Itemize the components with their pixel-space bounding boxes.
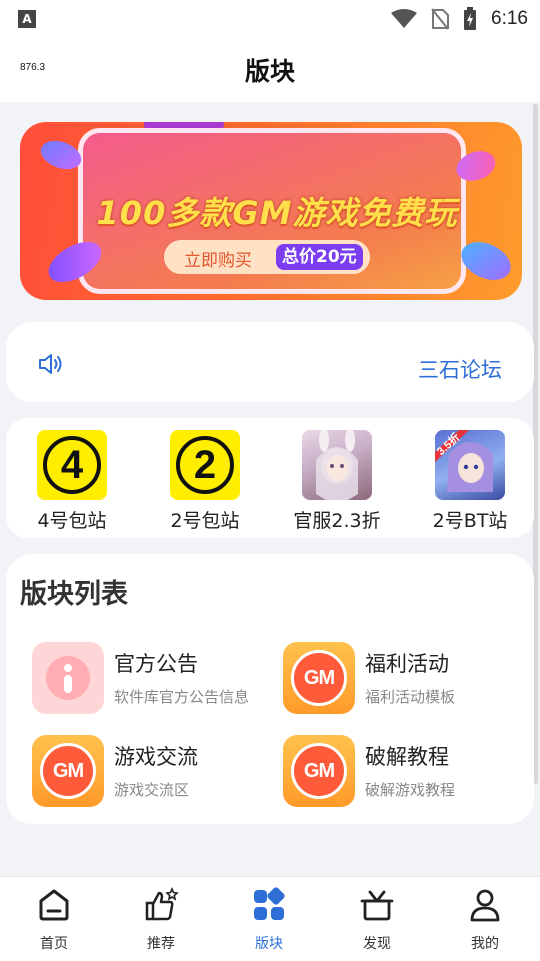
board-desc: 软件库官方公告信息: [114, 688, 250, 706]
tab-profile[interactable]: 我的: [445, 887, 525, 953]
board-name: 官方公告: [114, 652, 198, 676]
quick-link-official[interactable]: 官服2.3折: [277, 430, 397, 533]
gift-icon: [360, 890, 394, 921]
tab-home[interactable]: 首页: [14, 887, 94, 953]
banner-headline: 100多款GM游戏免费玩: [96, 194, 458, 232]
game-character-icon: 3.5折: [435, 430, 505, 500]
board-name: 游戏交流: [114, 745, 198, 769]
bottom-tab-bar: 首页 推荐 版块 发现 我的: [0, 876, 540, 961]
tab-discover[interactable]: 发现: [337, 887, 417, 953]
home-icon: [39, 889, 69, 921]
buy-now-label: 立即购买: [184, 251, 252, 271]
board-name: 福利活动: [365, 652, 449, 676]
board-item-tutorial[interactable]: GM 破解教程 破解游戏教程: [283, 735, 533, 811]
tab-label: 推荐: [147, 936, 175, 952]
notice-text[interactable]: 三石论坛: [418, 354, 514, 384]
quick-links: 4 4号包站 2 2号包站 官服2.3折 3.5折 2号BT站: [6, 418, 534, 538]
notification-a-icon: A: [18, 10, 36, 28]
quick-link-2[interactable]: 2 2号包站: [145, 430, 265, 533]
wifi-icon: [391, 9, 418, 28]
clock: 6:16: [491, 8, 528, 29]
board-item-game-chat[interactable]: GM 游戏交流 游戏交流区: [32, 735, 282, 811]
status-bar: A 6:16: [0, 0, 540, 40]
board-desc: 游戏交流区: [114, 781, 190, 799]
battery-charging-icon: [464, 7, 477, 30]
gm-icon: GM: [32, 735, 104, 807]
number-2-glyph: 2: [176, 436, 234, 494]
quick-link-label: 官服2.3折: [293, 510, 381, 532]
app-header: 876.3 版块: [0, 40, 540, 102]
board-list-section: 版块列表 官方公告 软件库官方公告信息 GM 福利活动 福利活动模板 GM 游戏…: [6, 554, 534, 824]
quick-link-label: 2号包站: [170, 510, 240, 532]
board-item-announcement[interactable]: 官方公告 软件库官方公告信息: [32, 642, 282, 718]
board-desc: 福利活动模板: [365, 688, 456, 706]
game-character-icon: [302, 430, 372, 500]
board-desc: 破解游戏教程: [365, 781, 456, 799]
user-icon: [470, 889, 500, 922]
tab-recommend[interactable]: 推荐: [121, 886, 201, 953]
tab-label: 首页: [40, 936, 68, 952]
thumbs-up-icon: [145, 886, 179, 921]
board-item-welfare[interactable]: GM 福利活动 福利活动模板: [283, 642, 533, 718]
number-4-icon: 4: [37, 430, 107, 500]
gm-icon: GM: [283, 735, 355, 807]
tab-label: 版块: [255, 936, 283, 952]
info-icon: [32, 642, 104, 714]
no-sim-icon: [431, 8, 450, 30]
tab-boards[interactable]: 版块: [229, 887, 309, 953]
price-badge: 总价20元: [276, 244, 363, 270]
gm-icon: GM: [283, 642, 355, 714]
number-2-icon: 2: [170, 430, 240, 500]
board-name: 破解教程: [365, 745, 449, 769]
quick-link-label: 2号BT站: [432, 510, 508, 532]
grid-icon: [254, 887, 285, 920]
quick-link-4[interactable]: 4 4号包站: [12, 430, 132, 533]
tab-label: 发现: [363, 936, 391, 952]
number-4-glyph: 4: [43, 436, 101, 494]
page-title: 版块: [244, 57, 295, 86]
speaker-icon: [39, 354, 62, 374]
quick-link-label: 4号包站: [37, 510, 107, 532]
promo-banner[interactable]: 100多款GM游戏免费玩 立即购买 总价20元: [20, 122, 522, 300]
buy-now-button[interactable]: 立即购买 总价20元: [164, 240, 370, 274]
notice-bar[interactable]: 三石论坛: [6, 322, 534, 402]
section-heading: 版块列表: [20, 579, 128, 610]
tab-label: 我的: [471, 936, 499, 952]
quick-link-bt[interactable]: 3.5折 2号BT站: [410, 430, 530, 533]
